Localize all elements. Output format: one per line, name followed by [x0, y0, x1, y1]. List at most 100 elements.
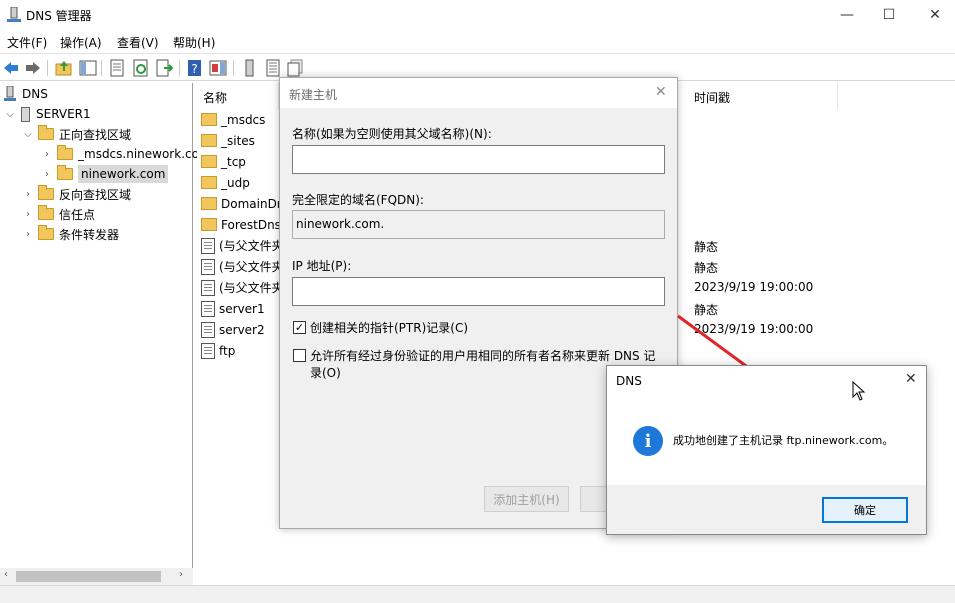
column-header-timestamp[interactable]: 时间戳: [688, 83, 838, 109]
status-bar: [0, 585, 955, 603]
maximize-button[interactable]: ☐: [866, 0, 912, 30]
tree-node-trust-points[interactable]: › 信任点: [22, 204, 95, 224]
record-icon: [201, 321, 215, 338]
host-name-input[interactable]: [292, 145, 665, 174]
record-name: _sites: [221, 133, 255, 148]
forward-arrow-icon[interactable]: [24, 59, 42, 77]
dns-app-icon: [7, 7, 21, 22]
tree-node-server1[interactable]: ⌵ SERVER1: [4, 104, 91, 124]
column-header-name[interactable]: 名称: [197, 83, 279, 109]
record-timestamp: 静态: [694, 261, 719, 275]
menu-bar: 文件(F) 操作(A) 查看(V) 帮助(H): [0, 31, 955, 53]
zone-icon: [57, 145, 73, 160]
folder-icon: [38, 185, 54, 200]
menu-file[interactable]: 文件(F): [7, 34, 47, 51]
menu-action[interactable]: 操作(A): [60, 34, 102, 51]
record-name: _udp: [221, 175, 250, 190]
window-title: DNS 管理器: [26, 9, 92, 23]
message-box-footer: 确定: [607, 485, 926, 534]
record-list-icon[interactable]: [264, 59, 282, 77]
fqdn-label: 完全限定的域名(FQDN):: [292, 193, 424, 207]
list-item[interactable]: ftp: [201, 340, 235, 361]
show-hide-tree-icon[interactable]: [79, 59, 97, 77]
ok-button[interactable]: 确定: [822, 497, 908, 523]
chevron-right-icon[interactable]: ›: [22, 229, 34, 240]
chevron-down-icon[interactable]: ⌵: [4, 109, 16, 120]
record-name: ForestDns: [221, 217, 281, 232]
record-name: _tcp: [221, 154, 246, 169]
ip-label: IP 地址(P):: [292, 259, 352, 273]
export-list-icon[interactable]: [155, 59, 173, 77]
close-window-button[interactable]: ✕: [912, 0, 955, 30]
list-item[interactable]: _tcp: [201, 151, 246, 172]
up-folder-icon[interactable]: [55, 59, 73, 77]
chevron-right-icon[interactable]: ›: [41, 149, 53, 160]
help-icon[interactable]: ?: [186, 59, 204, 77]
info-icon: i: [633, 426, 663, 456]
dns-icon: [4, 86, 16, 101]
refresh-icon[interactable]: [132, 59, 150, 77]
list-item[interactable]: _udp: [201, 172, 250, 193]
chevron-down-icon[interactable]: ⌵: [22, 129, 34, 140]
scrollbar-thumb[interactable]: [16, 571, 161, 582]
list-item[interactable]: (与父文件夹: [201, 277, 284, 298]
record-name: (与父文件夹: [219, 239, 284, 253]
list-item[interactable]: server1: [201, 298, 265, 319]
action-pane-icon[interactable]: [209, 59, 227, 77]
folder-icon: [38, 205, 54, 220]
list-item[interactable]: (与父文件夹: [201, 256, 284, 277]
record-icon: [201, 237, 215, 254]
success-message-box: DNS ✕ i 成功地创建了主机记录 ftp.ninework.com。 确定: [606, 365, 927, 535]
tree-label: 反向查找区域: [59, 187, 132, 202]
chevron-right-icon[interactable]: ›: [22, 209, 34, 220]
scroll-left-icon[interactable]: ‹: [4, 569, 8, 580]
folder-icon: [201, 197, 217, 210]
folder-icon: [201, 176, 217, 189]
menu-view[interactable]: 查看(V): [117, 34, 159, 51]
message-box-title: DNS: [616, 374, 642, 388]
folder-icon: [201, 113, 217, 126]
close-icon[interactable]: ✕: [905, 371, 917, 387]
server-icon[interactable]: [241, 59, 259, 77]
tree-label: _msdcs.ninework.co: [78, 147, 199, 161]
minimize-button[interactable]: —: [824, 0, 870, 30]
add-host-button[interactable]: 添加主机(H): [484, 486, 569, 512]
tree-horizontal-scrollbar[interactable]: ‹ ›: [0, 568, 193, 585]
title-bar: DNS 管理器 — ☐ ✕: [0, 0, 955, 30]
folder-icon: [38, 125, 54, 140]
chevron-right-icon[interactable]: ›: [41, 169, 53, 180]
ptr-checkbox[interactable]: ✓: [293, 321, 306, 334]
zone-icon: [57, 165, 73, 180]
record-icon: [201, 342, 215, 359]
dialog-title: 新建主机: [289, 88, 338, 102]
allow-update-checkbox[interactable]: [293, 349, 306, 362]
folder-icon: [201, 218, 217, 231]
records-copy-icon[interactable]: [286, 59, 304, 77]
list-item[interactable]: server2: [201, 319, 265, 340]
tree-node-forward-zone[interactable]: ⌵ 正向查找区域: [22, 124, 131, 144]
tree-node-conditional-forwarders[interactable]: › 条件转发器: [22, 224, 119, 244]
list-item[interactable]: _sites: [201, 130, 255, 151]
properties-icon[interactable]: [108, 59, 126, 77]
tree-label: 正向查找区域: [59, 127, 132, 142]
back-arrow-icon[interactable]: [2, 59, 20, 77]
tree-node-reverse-zone[interactable]: › 反向查找区域: [22, 184, 131, 204]
tree-node-dns[interactable]: DNS: [4, 84, 48, 104]
close-icon[interactable]: ✕: [655, 84, 667, 100]
menu-help[interactable]: 帮助(H): [173, 34, 215, 51]
list-item[interactable]: (与父文件夹: [201, 235, 284, 256]
svg-text:?: ?: [191, 62, 197, 76]
list-item[interactable]: _msdcs: [201, 109, 265, 130]
list-item[interactable]: ForestDns: [201, 214, 281, 235]
list-item[interactable]: DomainDn: [201, 193, 284, 214]
mouse-cursor-icon: [852, 381, 866, 401]
chevron-right-icon[interactable]: ›: [22, 189, 34, 200]
ip-address-input[interactable]: [292, 277, 665, 306]
scroll-right-icon[interactable]: ›: [179, 569, 183, 580]
record-name: DomainDn: [221, 196, 285, 211]
tree-label: SERVER1: [36, 107, 91, 121]
allow-update-label-line1: 允许所有经过身份验证的用户用相同的所有者名称来更新 DNS 记: [310, 349, 656, 363]
tree-node-ninework-zone[interactable]: › ninework.com: [41, 164, 169, 184]
record-timestamp: 2023/9/19 19:00:00: [694, 280, 814, 294]
tree-node-msdcs-zone[interactable]: › _msdcs.ninework.co: [41, 144, 199, 164]
